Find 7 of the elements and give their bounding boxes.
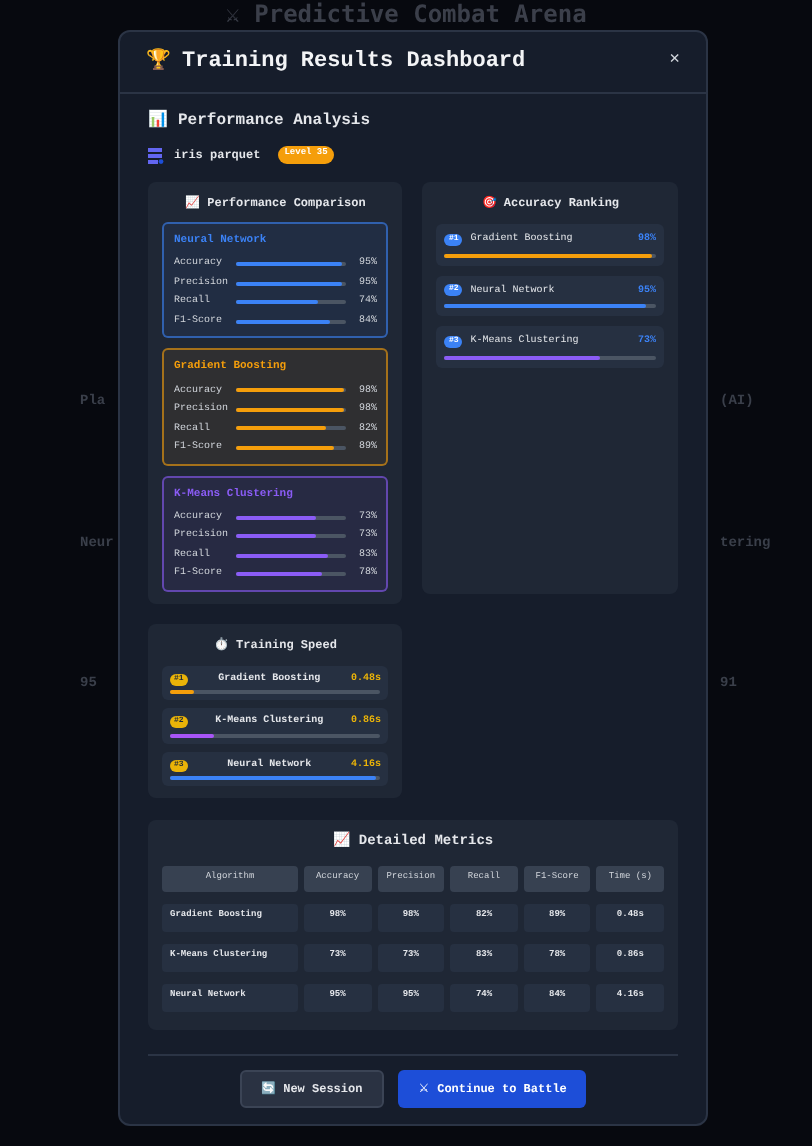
close-button[interactable]: × [669, 48, 680, 76]
database-icon [148, 147, 164, 163]
section-title: Performance Analysis [178, 110, 371, 134]
dialog-title: Training Results Dashboard [182, 47, 526, 78]
chart-icon: 📊 [148, 110, 168, 134]
trophy-icon: 🏆 [146, 47, 170, 77]
page-title: ⚔ Predictive Combat Arena [225, 0, 587, 28]
